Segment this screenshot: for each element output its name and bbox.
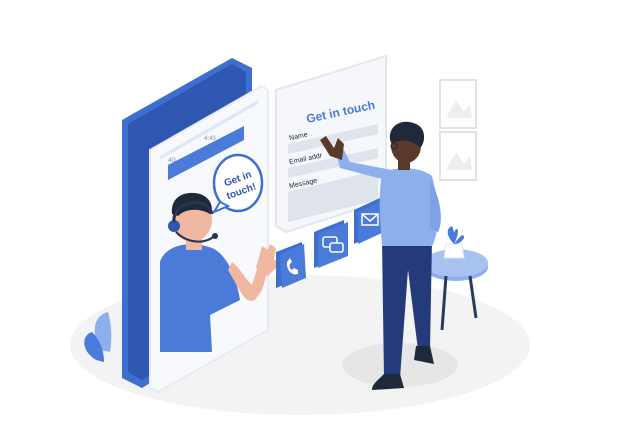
chat-action-button[interactable] [314, 220, 348, 268]
speech-bubble: Get in touch! [211, 153, 264, 215]
table-plant [447, 226, 464, 244]
wall-frame-bottom [439, 131, 477, 181]
contact-illustration: 4G 4:43 Get in touch! Get in touch Name … [70, 54, 530, 415]
wall-frame-top [439, 79, 477, 129]
phone-time-label: 4:43 [204, 136, 216, 142]
